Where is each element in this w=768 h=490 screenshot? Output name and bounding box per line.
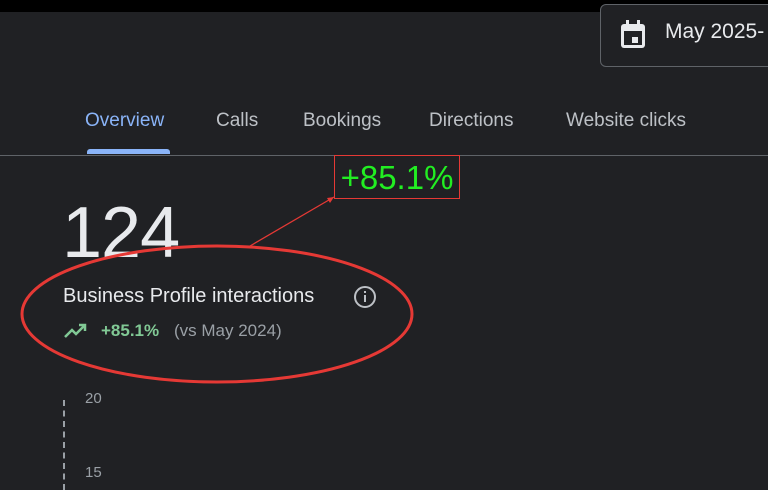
change-percent: +85.1% — [101, 321, 160, 340]
tab-overview[interactable]: Overview — [85, 110, 164, 132]
chart-axis-line — [63, 400, 65, 490]
y-tick-label: 15 — [85, 464, 102, 481]
tab-directions[interactable]: Directions — [429, 110, 513, 132]
interactions-count: 124 — [62, 193, 180, 273]
callout-arrowhead — [327, 197, 334, 203]
callout-box: +85.1% — [334, 155, 460, 199]
tab-calls[interactable]: Calls — [216, 110, 258, 132]
interactions-label: Business Profile interactions — [63, 285, 315, 307]
active-tab-indicator — [87, 149, 170, 154]
comparison-period: (vs May 2024) — [174, 321, 282, 340]
y-tick-label: 20 — [85, 390, 102, 407]
trending-up-icon — [64, 323, 87, 338]
date-range-picker[interactable]: May 2025- — [600, 4, 768, 67]
callout-arrow-line — [249, 196, 335, 247]
calendar-icon — [621, 20, 645, 48]
metrics-tabs: Overview Calls Bookings Directions Websi… — [0, 100, 768, 156]
info-icon[interactable] — [353, 285, 377, 309]
date-range-label: May 2025- — [665, 20, 765, 43]
callout-percent: +85.1% — [340, 159, 454, 196]
tab-bookings[interactable]: Bookings — [303, 110, 381, 132]
tab-website-clicks[interactable]: Website clicks — [566, 110, 686, 132]
